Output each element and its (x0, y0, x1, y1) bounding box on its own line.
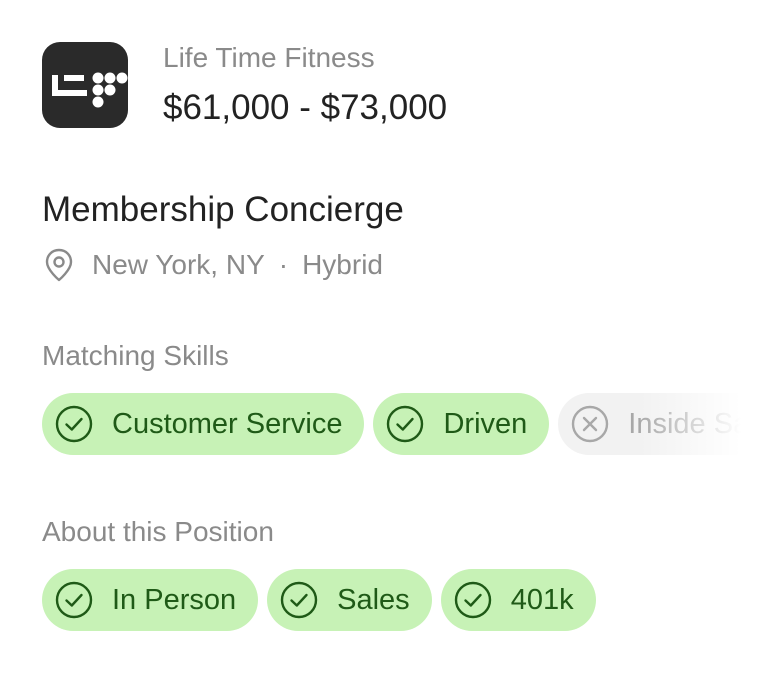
company-name: Life Time Fitness (163, 42, 375, 73)
matching-skills-heading: Matching Skills (42, 340, 229, 371)
position-label: Sales (337, 583, 410, 616)
salary-range: $61,000 - $73,000 (163, 88, 448, 127)
position-chip-sales[interactable]: Sales (267, 569, 432, 631)
position-label: In Person (112, 583, 237, 616)
x-circle-icon (570, 404, 610, 444)
map-pin-icon (42, 247, 76, 283)
location-row: New York, NY · Hybrid (42, 247, 383, 283)
skill-label: Inside Sales (628, 407, 759, 440)
location-text: New York, NY (92, 249, 265, 280)
position-chip-401k[interactable]: 401k (440, 569, 596, 631)
check-circle-icon (54, 404, 94, 444)
about-position-list[interactable]: In Person Sales 401k (42, 569, 759, 633)
skill-chip-inside-sales[interactable]: Inside Sales (558, 393, 759, 455)
job-card[interactable]: Life Time Fitness $61,000 - $73,000 Memb… (0, 0, 759, 700)
skill-chip-customer-service[interactable]: Customer Service (42, 393, 365, 455)
skill-chip-driven[interactable]: Driven (373, 393, 550, 455)
check-circle-icon (385, 404, 425, 444)
work-type: Hybrid (302, 249, 383, 280)
separator-dot: · (278, 249, 289, 280)
company-logo (42, 42, 128, 128)
position-label: 401k (510, 583, 574, 616)
job-title: Membership Concierge (42, 190, 404, 229)
about-position-heading: About this Position (42, 516, 274, 547)
skill-label: Customer Service (112, 407, 343, 440)
life-time-logo-icon (52, 72, 128, 108)
skill-label: Driven (443, 407, 528, 440)
position-chip-in-person[interactable]: In Person (42, 569, 259, 631)
check-circle-icon (279, 580, 319, 620)
matching-skills-list[interactable]: Customer Service Driven Inside Sales (42, 393, 759, 457)
check-circle-icon (453, 580, 493, 620)
check-circle-icon (54, 580, 94, 620)
